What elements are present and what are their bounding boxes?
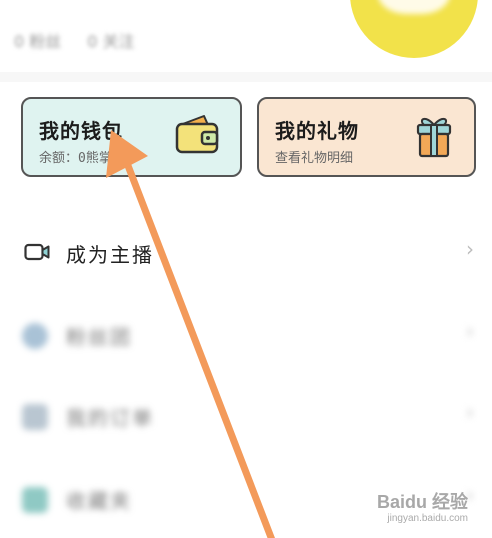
watermark-url: jingyan.baidu.com bbox=[387, 513, 468, 524]
baidu-jingyan-watermark: Baidu 经验 jingyan.baidu.com bbox=[376, 492, 468, 524]
annotation-arrow bbox=[106, 130, 275, 538]
watermark-brand: Baidu 经验 bbox=[376, 492, 468, 513]
